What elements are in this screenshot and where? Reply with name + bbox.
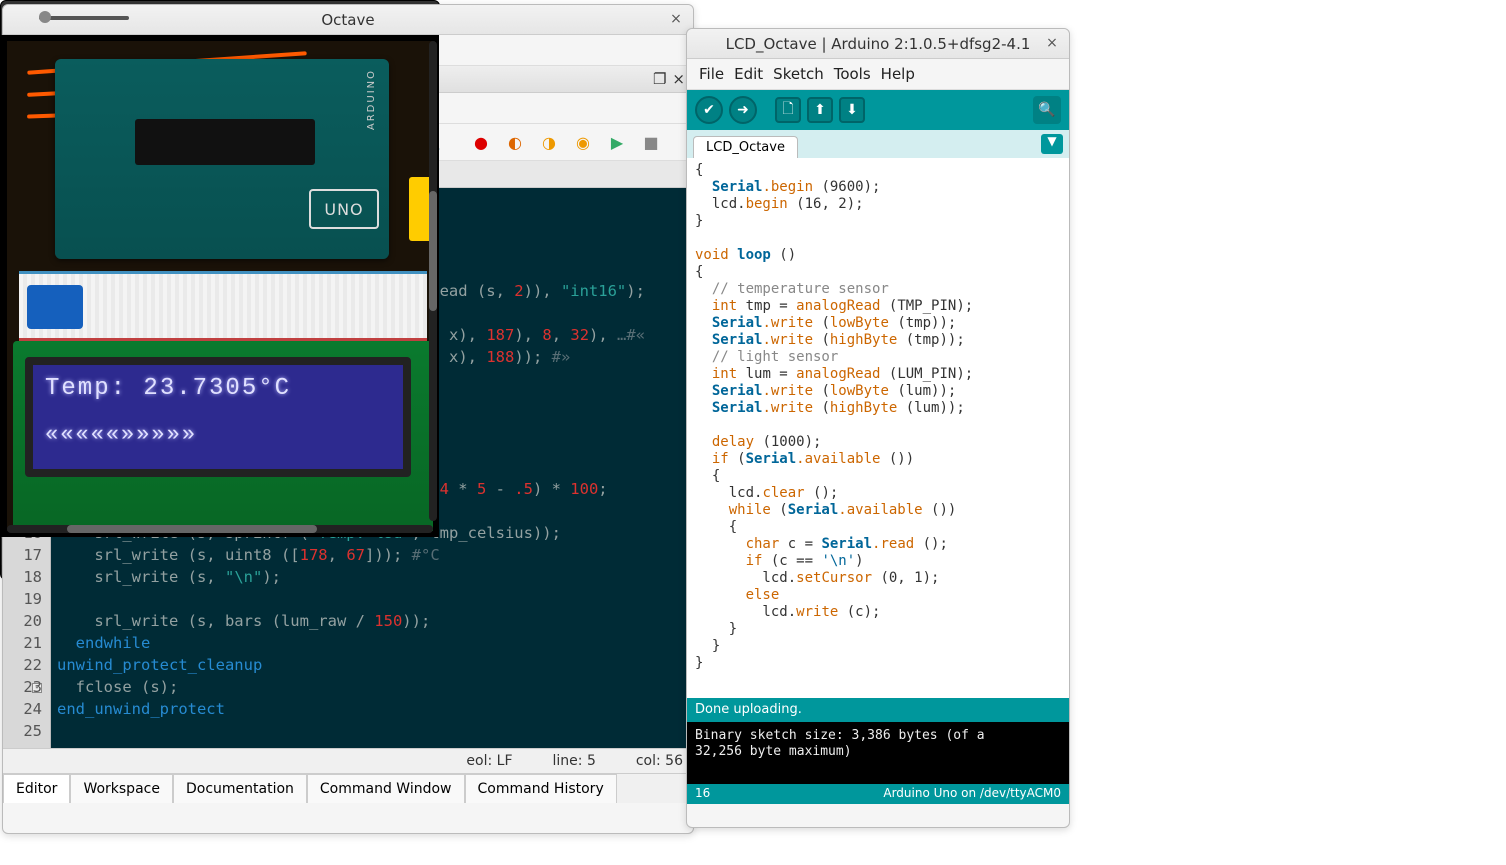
image-canvas[interactable]: UNO ARDUINO Temp: 23.7305°C «««««»»»»» <box>1 35 439 537</box>
arduino-menu: File Edit Sketch Tools Help <box>687 59 1069 90</box>
btab-editor[interactable]: Editor <box>3 774 70 803</box>
btab-documentation[interactable]: Documentation <box>173 774 307 803</box>
breakpoint-icon[interactable]: ● <box>469 130 493 154</box>
status-line: line: 5 <box>553 753 596 769</box>
arduino-footer: 16 Arduino Uno on /dev/ttyACM0 <box>687 784 1069 804</box>
arduino-console: Binary sketch size: 3,386 bytes (of a 32… <box>687 722 1069 784</box>
amenu-help[interactable]: Help <box>881 65 915 83</box>
amenu-tools[interactable]: Tools <box>834 65 871 83</box>
arduino-title: LCD_Octave | Arduino 2:1.0.5+dfsg2-4.1 <box>726 35 1031 53</box>
open-sketch-button[interactable]: ⬆ <box>807 97 833 123</box>
btab-workspace[interactable]: Workspace <box>70 774 173 803</box>
btab-command-history[interactable]: Command History <box>465 774 617 803</box>
arduino-status: Done uploading. <box>687 698 1069 722</box>
octave-titlebar[interactable]: Octave × <box>3 5 693 35</box>
zoom-slider[interactable] <box>39 16 129 20</box>
lcd-line-2: «««««»»»»» <box>33 412 403 457</box>
arduino-code[interactable]: { Serial.begin (9600); lcd.begin (16, 2)… <box>687 158 1069 698</box>
console-line-1: Binary sketch size: 3,386 bytes (of a <box>695 728 1061 744</box>
scrollbar-horizontal[interactable] <box>7 525 433 533</box>
step-over-icon[interactable]: ◑ <box>537 130 561 154</box>
arduino-toolbar: ✔ ➜ 🗋 ⬆ ⬇ 🔍 <box>687 90 1069 130</box>
arduino-photo: UNO ARDUINO Temp: 23.7305°C «««««»»»»» <box>7 41 433 531</box>
pane-undock-icon[interactable]: ❐ <box>653 70 666 88</box>
status-eol: eol: LF <box>466 753 512 769</box>
arduino-text: ARDUINO <box>366 69 377 130</box>
save-sketch-button[interactable]: ⬇ <box>839 97 865 123</box>
arduino-close-icon[interactable]: × <box>1043 35 1061 53</box>
pane-close-icon[interactable]: × <box>672 70 685 88</box>
chip-icon <box>135 119 315 165</box>
lcd-line-1: Temp: 23.7305°C <box>33 365 403 412</box>
step-out-icon[interactable]: ◉ <box>571 130 595 154</box>
octave-close-icon[interactable]: × <box>667 11 685 29</box>
editor-statusbar: eol: LF line: 5 col: 56 <box>3 748 693 773</box>
status-col: col: 56 <box>636 753 683 769</box>
console-line-2: 32,256 byte maximum) <box>695 744 1061 760</box>
btab-command-window[interactable]: Command Window <box>307 774 465 803</box>
arduino-tab-lcd[interactable]: LCD_Octave <box>693 136 798 158</box>
footer-line: 16 <box>695 786 710 802</box>
footer-board: Arduino Uno on /dev/ttyACM0 <box>883 786 1061 802</box>
lcd-panel: Temp: 23.7305°C «««««»»»»» <box>25 357 411 477</box>
upload-button[interactable]: ➜ <box>729 96 757 124</box>
uno-logo: UNO <box>309 189 379 229</box>
image-viewer-window: ❐ IMG_… ⛶ ≡ × UNO ARDUINO Temp: 23.7305°… <box>0 0 440 580</box>
sensor-module-icon <box>27 285 83 329</box>
tab-dropdown-icon[interactable]: ▼ <box>1041 134 1063 154</box>
octave-title: Octave <box>321 11 374 29</box>
arduino-titlebar[interactable]: LCD_Octave | Arduino 2:1.0.5+dfsg2-4.1 × <box>687 29 1069 59</box>
arduino-board: UNO ARDUINO <box>55 59 389 259</box>
amenu-edit[interactable]: Edit <box>734 65 763 83</box>
arduino-window: LCD_Octave | Arduino 2:1.0.5+dfsg2-4.1 ×… <box>686 28 1070 828</box>
serial-monitor-button[interactable]: 🔍 <box>1033 96 1061 124</box>
amenu-sketch[interactable]: Sketch <box>773 65 824 83</box>
verify-button[interactable]: ✔ <box>695 96 723 124</box>
new-sketch-button[interactable]: 🗋 <box>775 97 801 123</box>
amenu-file[interactable]: File <box>699 65 724 83</box>
scrollbar-vertical[interactable] <box>429 41 437 521</box>
run-icon[interactable]: ▶ <box>605 130 629 154</box>
octave-bottom-tabs: Editor Workspace Documentation Command W… <box>3 773 693 803</box>
stop-icon[interactable]: ■ <box>639 130 663 154</box>
step-icon[interactable]: ◐ <box>503 130 527 154</box>
arduino-tabs: LCD_Octave ▼ <box>687 130 1069 158</box>
